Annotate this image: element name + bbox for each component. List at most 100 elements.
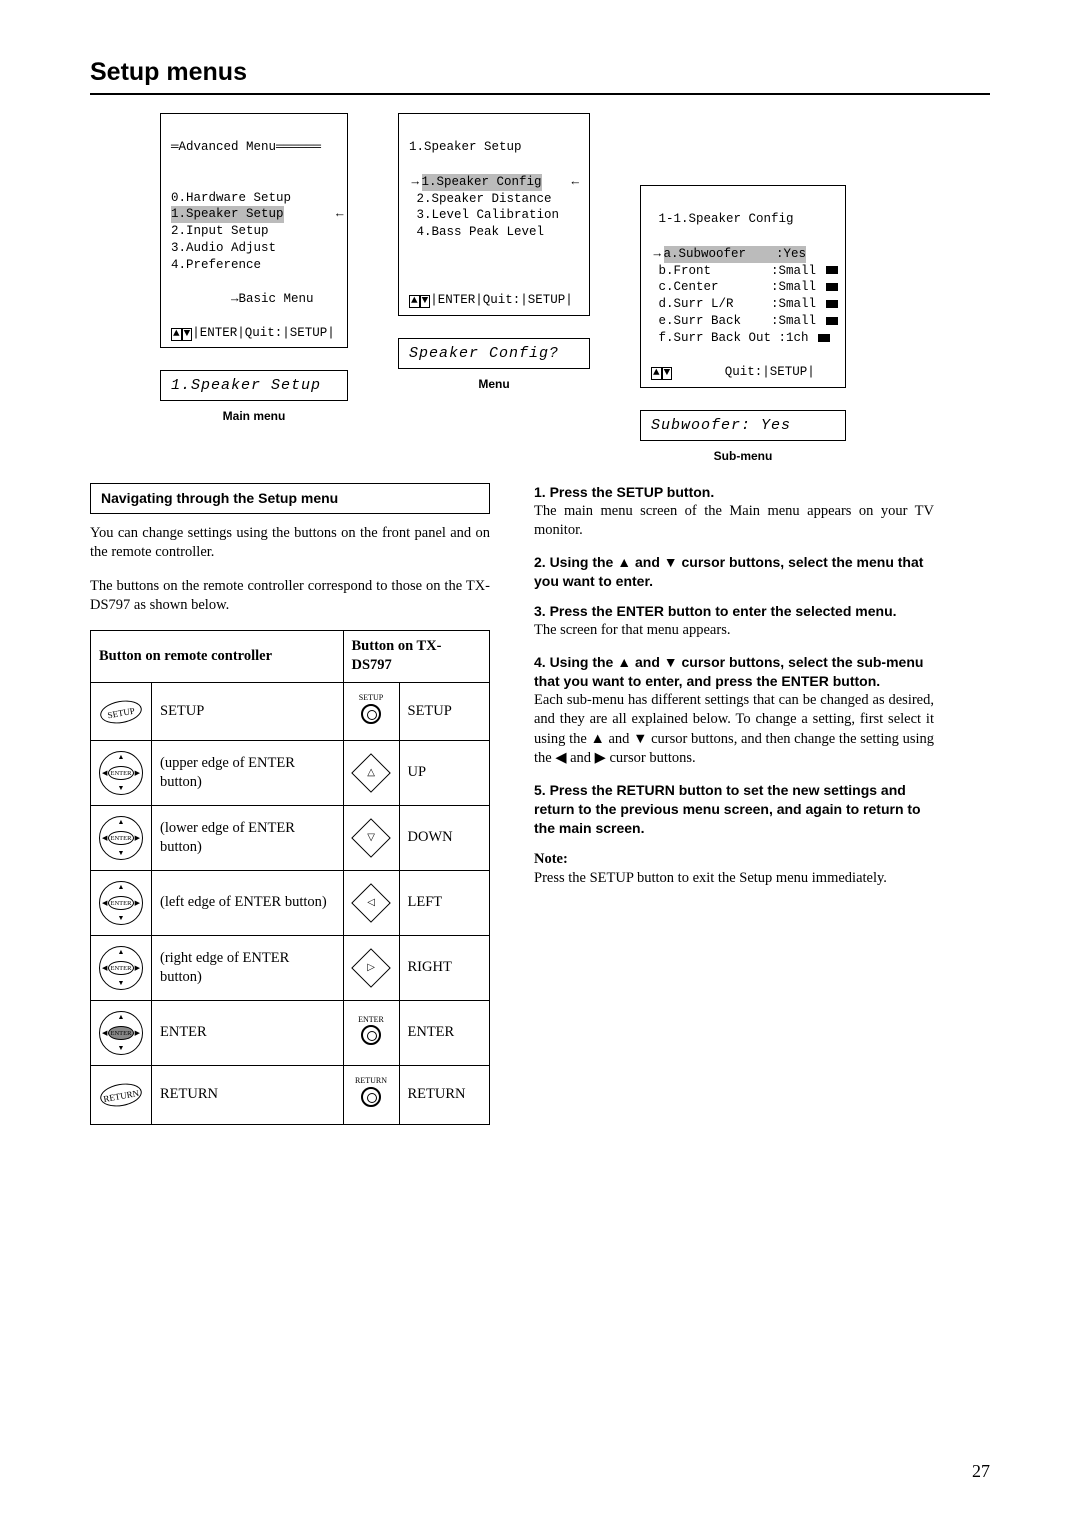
- submenu-label: Sub-menu: [640, 449, 846, 463]
- table-header-device: Button on TX-DS797: [343, 630, 490, 682]
- remote-desc: ENTER: [152, 1001, 344, 1066]
- step-4-body: Each sub-menu has different settings tha…: [534, 691, 934, 769]
- osd-line: b.Front :Small: [659, 264, 817, 278]
- device-desc: RETURN: [399, 1066, 490, 1124]
- device-desc: SETUP: [399, 682, 490, 740]
- nav-heading: Navigating through the Setup menu: [90, 483, 490, 514]
- return-device-icon: [361, 1087, 381, 1107]
- osd-line: 2.Input Setup: [171, 224, 269, 238]
- setup-device-icon: [361, 704, 381, 724]
- speaker-icon: [818, 334, 830, 342]
- osd-line: f.Surr Back Out :1ch: [659, 331, 809, 345]
- step-5-head: 5. Press the RETURN button to set the ne…: [534, 781, 934, 838]
- enter-ring-icon: ▲▼◀▶ENTER: [99, 1011, 143, 1055]
- menu-lcd: Speaker Config?: [398, 338, 590, 369]
- speaker-icon: [826, 283, 838, 291]
- device-desc: DOWN: [399, 806, 490, 871]
- enter-ring-icon: ▲▼◀▶ENTER: [99, 881, 143, 925]
- page-number: 27: [972, 1461, 990, 1482]
- osd-basic: →Basic Menu: [231, 292, 314, 306]
- left-diamond-icon: ◁: [351, 883, 391, 923]
- page-title: Setup menus: [90, 58, 990, 95]
- menu-diagrams: ═Advanced Menu══════ 0.Hardware Setup 1.…: [160, 113, 990, 463]
- speaker-icon: [826, 300, 838, 308]
- nav-para-1: You can change settings using the button…: [90, 524, 490, 563]
- enter-device-icon: [361, 1025, 381, 1045]
- device-desc: UP: [399, 741, 490, 806]
- enter-ring-icon: ▲▼◀▶ENTER: [99, 751, 143, 795]
- updown-icon: ▼: [662, 367, 673, 380]
- osd-line: 4.Preference: [171, 258, 261, 272]
- left-column: Navigating through the Setup menu You ca…: [90, 483, 490, 1125]
- table-header-remote: Button on remote controller: [91, 630, 344, 682]
- table-row: ▲▼◀▶ENTER (upper edge of ENTER button) △…: [91, 741, 490, 806]
- step-4-head: 4. Using the ▲ and ▼ cursor buttons, sel…: [534, 653, 934, 691]
- main-menu-osd: ═Advanced Menu══════ 0.Hardware Setup 1.…: [160, 113, 348, 348]
- osd-foot: Quit:|SETUP|: [725, 365, 815, 379]
- remote-desc: SETUP: [152, 682, 344, 740]
- button-table: Button on remote controller Button on TX…: [90, 630, 490, 1125]
- device-desc: ENTER: [399, 1001, 490, 1066]
- remote-desc: (right edge of ENTER button): [152, 936, 344, 1001]
- menu-osd: 1.Speaker Setup →1.Speaker Config ← 2.Sp…: [398, 113, 590, 316]
- step-3-body: The screen for that menu appears.: [534, 621, 934, 641]
- table-row: SETUP SETUP SETUP SETUP: [91, 682, 490, 740]
- updown-icon: ▲: [651, 367, 662, 380]
- remote-desc: (upper edge of ENTER button): [152, 741, 344, 806]
- table-row: RETURN RETURN RETURN RETURN: [91, 1066, 490, 1124]
- osd-foot: ENTER|Quit:|SETUP|: [200, 326, 335, 340]
- table-row: ▲▼◀▶ENTER (right edge of ENTER button) ▷…: [91, 936, 490, 1001]
- return-remote-icon: RETURN: [98, 1080, 143, 1109]
- osd-line: 2.Speaker Distance: [417, 192, 552, 206]
- remote-desc: (left edge of ENTER button): [152, 871, 344, 936]
- updown-icon: ▼: [420, 295, 431, 308]
- speaker-icon: [826, 317, 838, 325]
- osd-line: 4.Bass Peak Level: [417, 225, 545, 239]
- main-menu-label: Main menu: [160, 409, 348, 423]
- btn-small-label: ENTER: [352, 1015, 391, 1026]
- nav-para-2: The buttons on the remote controller cor…: [90, 577, 490, 616]
- table-row: ▲▼◀▶ENTER (left edge of ENTER button) ◁ …: [91, 871, 490, 936]
- table-row: ▲▼◀▶ENTER (lower edge of ENTER button) ▽…: [91, 806, 490, 871]
- step-1-head: 1. Press the SETUP button.: [534, 483, 934, 502]
- right-column: 1. Press the SETUP button. The main menu…: [534, 483, 934, 1125]
- speaker-icon: [826, 266, 838, 274]
- device-desc: RIGHT: [399, 936, 490, 1001]
- down-diamond-icon: ▽: [351, 818, 391, 858]
- osd-line-selected: 1.Speaker Config: [422, 174, 542, 191]
- osd-header: 1-1.Speaker Config: [659, 212, 794, 226]
- osd-line: 3.Level Calibration: [417, 208, 560, 222]
- right-diamond-icon: ▷: [351, 948, 391, 988]
- updown-icon: ▲: [409, 295, 420, 308]
- osd-line-selected: 1.Speaker Setup: [171, 206, 284, 223]
- menu-label: Menu: [398, 377, 590, 391]
- note-head: Note:: [534, 850, 934, 870]
- btn-small-label: RETURN: [352, 1076, 391, 1087]
- osd-line: 3.Audio Adjust: [171, 241, 276, 255]
- updown-icon: ▲: [171, 328, 182, 341]
- btn-small-label: SETUP: [352, 693, 391, 704]
- main-menu-lcd: 1.Speaker Setup: [160, 370, 348, 401]
- step-2-head: 2. Using the ▲ and ▼ cursor buttons, sel…: [534, 553, 934, 591]
- updown-icon: ▼: [182, 328, 193, 341]
- osd-foot: ENTER|Quit:|SETUP|: [438, 293, 573, 307]
- osd-header: ═Advanced Menu══════: [171, 140, 321, 154]
- submenu-lcd: Subwoofer: Yes: [640, 410, 846, 441]
- osd-header: 1.Speaker Setup: [409, 140, 522, 154]
- submenu-osd: 1-1.Speaker Config →a.Subwoofer :Yes b.F…: [640, 185, 846, 388]
- setup-remote-icon: SETUP: [98, 697, 143, 726]
- up-diamond-icon: △: [351, 753, 391, 793]
- enter-ring-icon: ▲▼◀▶ENTER: [99, 946, 143, 990]
- osd-line-selected: a.Subwoofer :Yes: [664, 246, 807, 263]
- table-row: ▲▼◀▶ENTER ENTER ENTER ENTER: [91, 1001, 490, 1066]
- device-desc: LEFT: [399, 871, 490, 936]
- osd-line: e.Surr Back :Small: [659, 314, 817, 328]
- enter-ring-icon: ▲▼◀▶ENTER: [99, 816, 143, 860]
- osd-line: d.Surr L/R :Small: [659, 297, 817, 311]
- osd-line: 0.Hardware Setup: [171, 191, 291, 205]
- note-body: Press the SETUP button to exit the Setup…: [534, 869, 934, 889]
- remote-desc: RETURN: [152, 1066, 344, 1124]
- step-3-head: 3. Press the ENTER button to enter the s…: [534, 602, 934, 621]
- osd-line: c.Center :Small: [659, 280, 817, 294]
- step-1-body: The main menu screen of the Main menu ap…: [534, 502, 934, 541]
